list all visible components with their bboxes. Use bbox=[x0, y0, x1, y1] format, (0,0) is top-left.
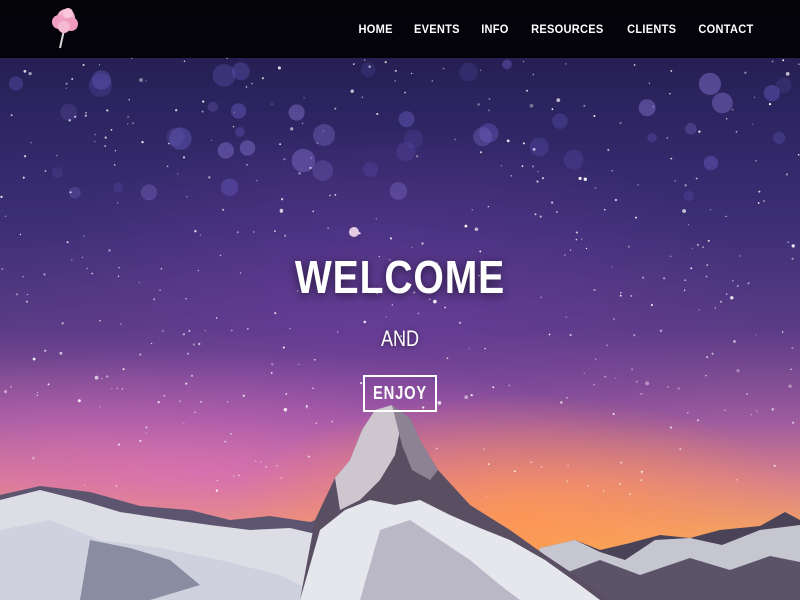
nav-links: HOME EVENTS INFO RESOURCES CLIENTS CONTA… bbox=[357, 0, 756, 58]
hero-title: WELCOME bbox=[294, 251, 506, 303]
hero-subtitle: AND bbox=[380, 326, 420, 351]
nav-link-contact[interactable]: CONTACT bbox=[699, 22, 754, 36]
nav-link-clients[interactable]: CLIENTS bbox=[627, 22, 676, 36]
enjoy-button-label: ENJOY bbox=[372, 383, 428, 403]
enjoy-button[interactable]: ENJOY bbox=[363, 375, 437, 412]
nav-link-resources[interactable]: RESOURCES bbox=[531, 22, 603, 36]
nav-link-info[interactable]: INFO bbox=[481, 22, 508, 36]
cotton-candy-icon[interactable] bbox=[48, 4, 82, 50]
hero-cta-wrapper: ENJOY bbox=[0, 375, 800, 412]
nav-link-home[interactable]: HOME bbox=[359, 22, 393, 36]
navbar: HOME EVENTS INFO RESOURCES CLIENTS CONTA… bbox=[0, 0, 800, 58]
nav-link-events[interactable]: EVENTS bbox=[414, 22, 460, 36]
page: HOME EVENTS INFO RESOURCES CLIENTS CONTA… bbox=[0, 0, 800, 600]
